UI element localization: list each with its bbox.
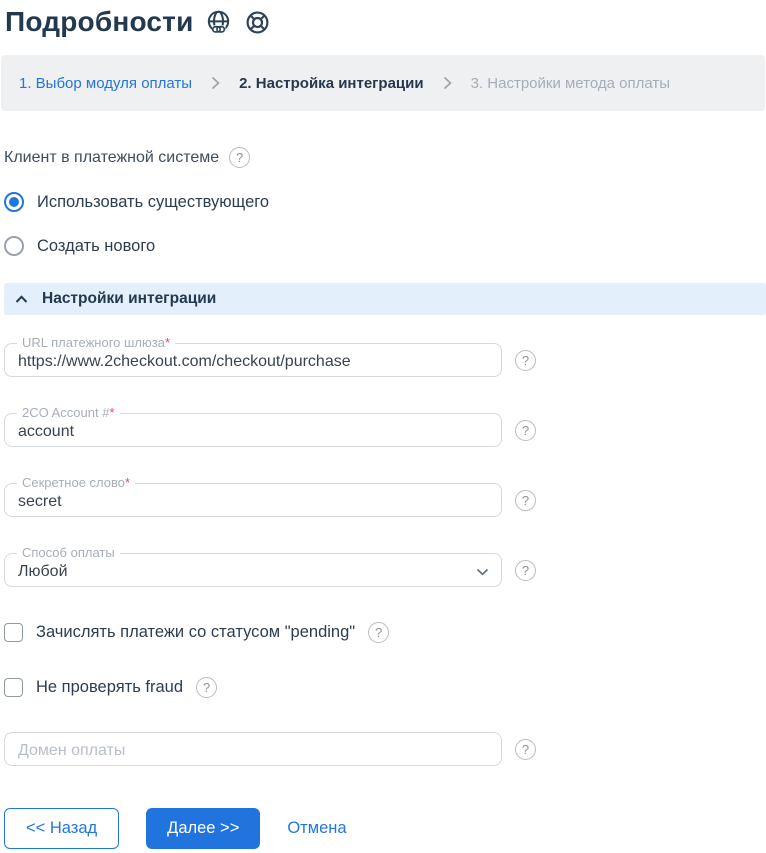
form-content: Клиент в платежной системе ? Использоват… bbox=[0, 147, 766, 849]
chevron-up-icon bbox=[15, 294, 28, 304]
payment-method-label: Способ оплаты bbox=[17, 545, 120, 560]
lifebuoy-help-icon[interactable] bbox=[244, 9, 271, 36]
page-header: Подробности bbox=[0, 0, 766, 38]
secret-word-outline: Секретное слово* bbox=[4, 475, 502, 517]
account-row: 2CO Account #* ? bbox=[4, 405, 766, 447]
help-icon[interactable]: ? bbox=[515, 489, 536, 511]
payment-domain-row: ? bbox=[4, 732, 766, 766]
required-mark: * bbox=[109, 405, 115, 420]
gateway-url-outline: URL платежного шлюза* bbox=[4, 335, 502, 377]
required-mark: * bbox=[164, 335, 171, 350]
secret-word-label: Секретное слово* bbox=[17, 475, 136, 490]
step-3-payment-method-settings: 3. Настройки метода оплаты bbox=[470, 74, 671, 92]
checkbox-icon[interactable] bbox=[4, 678, 23, 697]
checkbox-icon[interactable] bbox=[4, 623, 23, 642]
payment-method-value: Любой bbox=[18, 562, 68, 580]
radio-use-existing-label: Использовать существующего bbox=[37, 192, 270, 211]
chevron-right-icon bbox=[209, 76, 222, 90]
pending-status-checkbox-row[interactable]: Зачислять платежи со статусом "pending" … bbox=[4, 622, 390, 643]
radio-button-icon[interactable] bbox=[4, 192, 24, 212]
next-button[interactable]: Далее >> bbox=[146, 808, 261, 849]
step-1-choose-module[interactable]: 1. Выбор модуля оплаты bbox=[19, 75, 192, 92]
help-icon[interactable]: ? bbox=[515, 349, 536, 371]
account-label: 2CO Account #* bbox=[17, 405, 120, 420]
globe-link-icon[interactable] bbox=[205, 9, 232, 36]
radio-use-existing[interactable]: Использовать существующего bbox=[4, 192, 269, 212]
no-fraud-check-checkbox-label: Не проверять fraud bbox=[36, 678, 183, 696]
required-mark: * bbox=[125, 475, 131, 490]
gateway-url-label: URL платежного шлюза* bbox=[17, 335, 176, 350]
help-icon[interactable]: ? bbox=[368, 622, 390, 643]
help-icon[interactable]: ? bbox=[229, 147, 251, 168]
radio-create-new-label: Создать нового bbox=[37, 236, 156, 255]
radio-create-new[interactable]: Создать нового bbox=[4, 236, 155, 256]
help-icon[interactable]: ? bbox=[196, 677, 217, 698]
radio-button-icon[interactable] bbox=[4, 236, 24, 256]
page-title: Подробности bbox=[5, 6, 194, 37]
wizard-footer: << Назад Далее >> Отмена bbox=[4, 808, 766, 849]
help-icon[interactable]: ? bbox=[515, 419, 536, 441]
chevron-right-icon bbox=[441, 76, 454, 90]
payment-domain-input[interactable] bbox=[4, 732, 502, 766]
client-system-label-row: Клиент в платежной системе ? bbox=[4, 147, 766, 168]
pending-status-checkbox-label: Зачислять платежи со статусом "pending" bbox=[36, 623, 356, 641]
step-2-integration-settings: 2. Настройка интеграции bbox=[239, 74, 424, 92]
payment-method-outline: Способ оплаты Любой bbox=[4, 545, 502, 587]
gateway-url-row: URL платежного шлюза* ? bbox=[4, 335, 766, 377]
client-system-label: Клиент в платежной системе bbox=[4, 148, 220, 166]
integration-settings-title: Настройки интеграции bbox=[42, 290, 217, 307]
integration-settings-section-header[interactable]: Настройки интеграции bbox=[4, 283, 766, 315]
payment-setup-page: Подробности 1. Выбор модуля оплаты 2. На… bbox=[0, 0, 766, 849]
cancel-link[interactable]: Отмена bbox=[287, 819, 346, 838]
help-icon[interactable]: ? bbox=[515, 738, 536, 760]
payment-domain-outline bbox=[4, 732, 502, 766]
account-outline: 2CO Account #* bbox=[4, 405, 502, 447]
chevron-down-icon bbox=[476, 568, 489, 576]
back-button[interactable]: << Назад bbox=[4, 808, 120, 849]
payment-method-row: Способ оплаты Любой ? bbox=[4, 545, 766, 587]
help-icon[interactable]: ? bbox=[515, 559, 536, 581]
no-fraud-check-checkbox-row[interactable]: Не проверять fraud ? bbox=[4, 677, 217, 698]
wizard-steps: 1. Выбор модуля оплаты 2. Настройка инте… bbox=[1, 55, 765, 111]
secret-word-row: Секретное слово* ? bbox=[4, 475, 766, 517]
